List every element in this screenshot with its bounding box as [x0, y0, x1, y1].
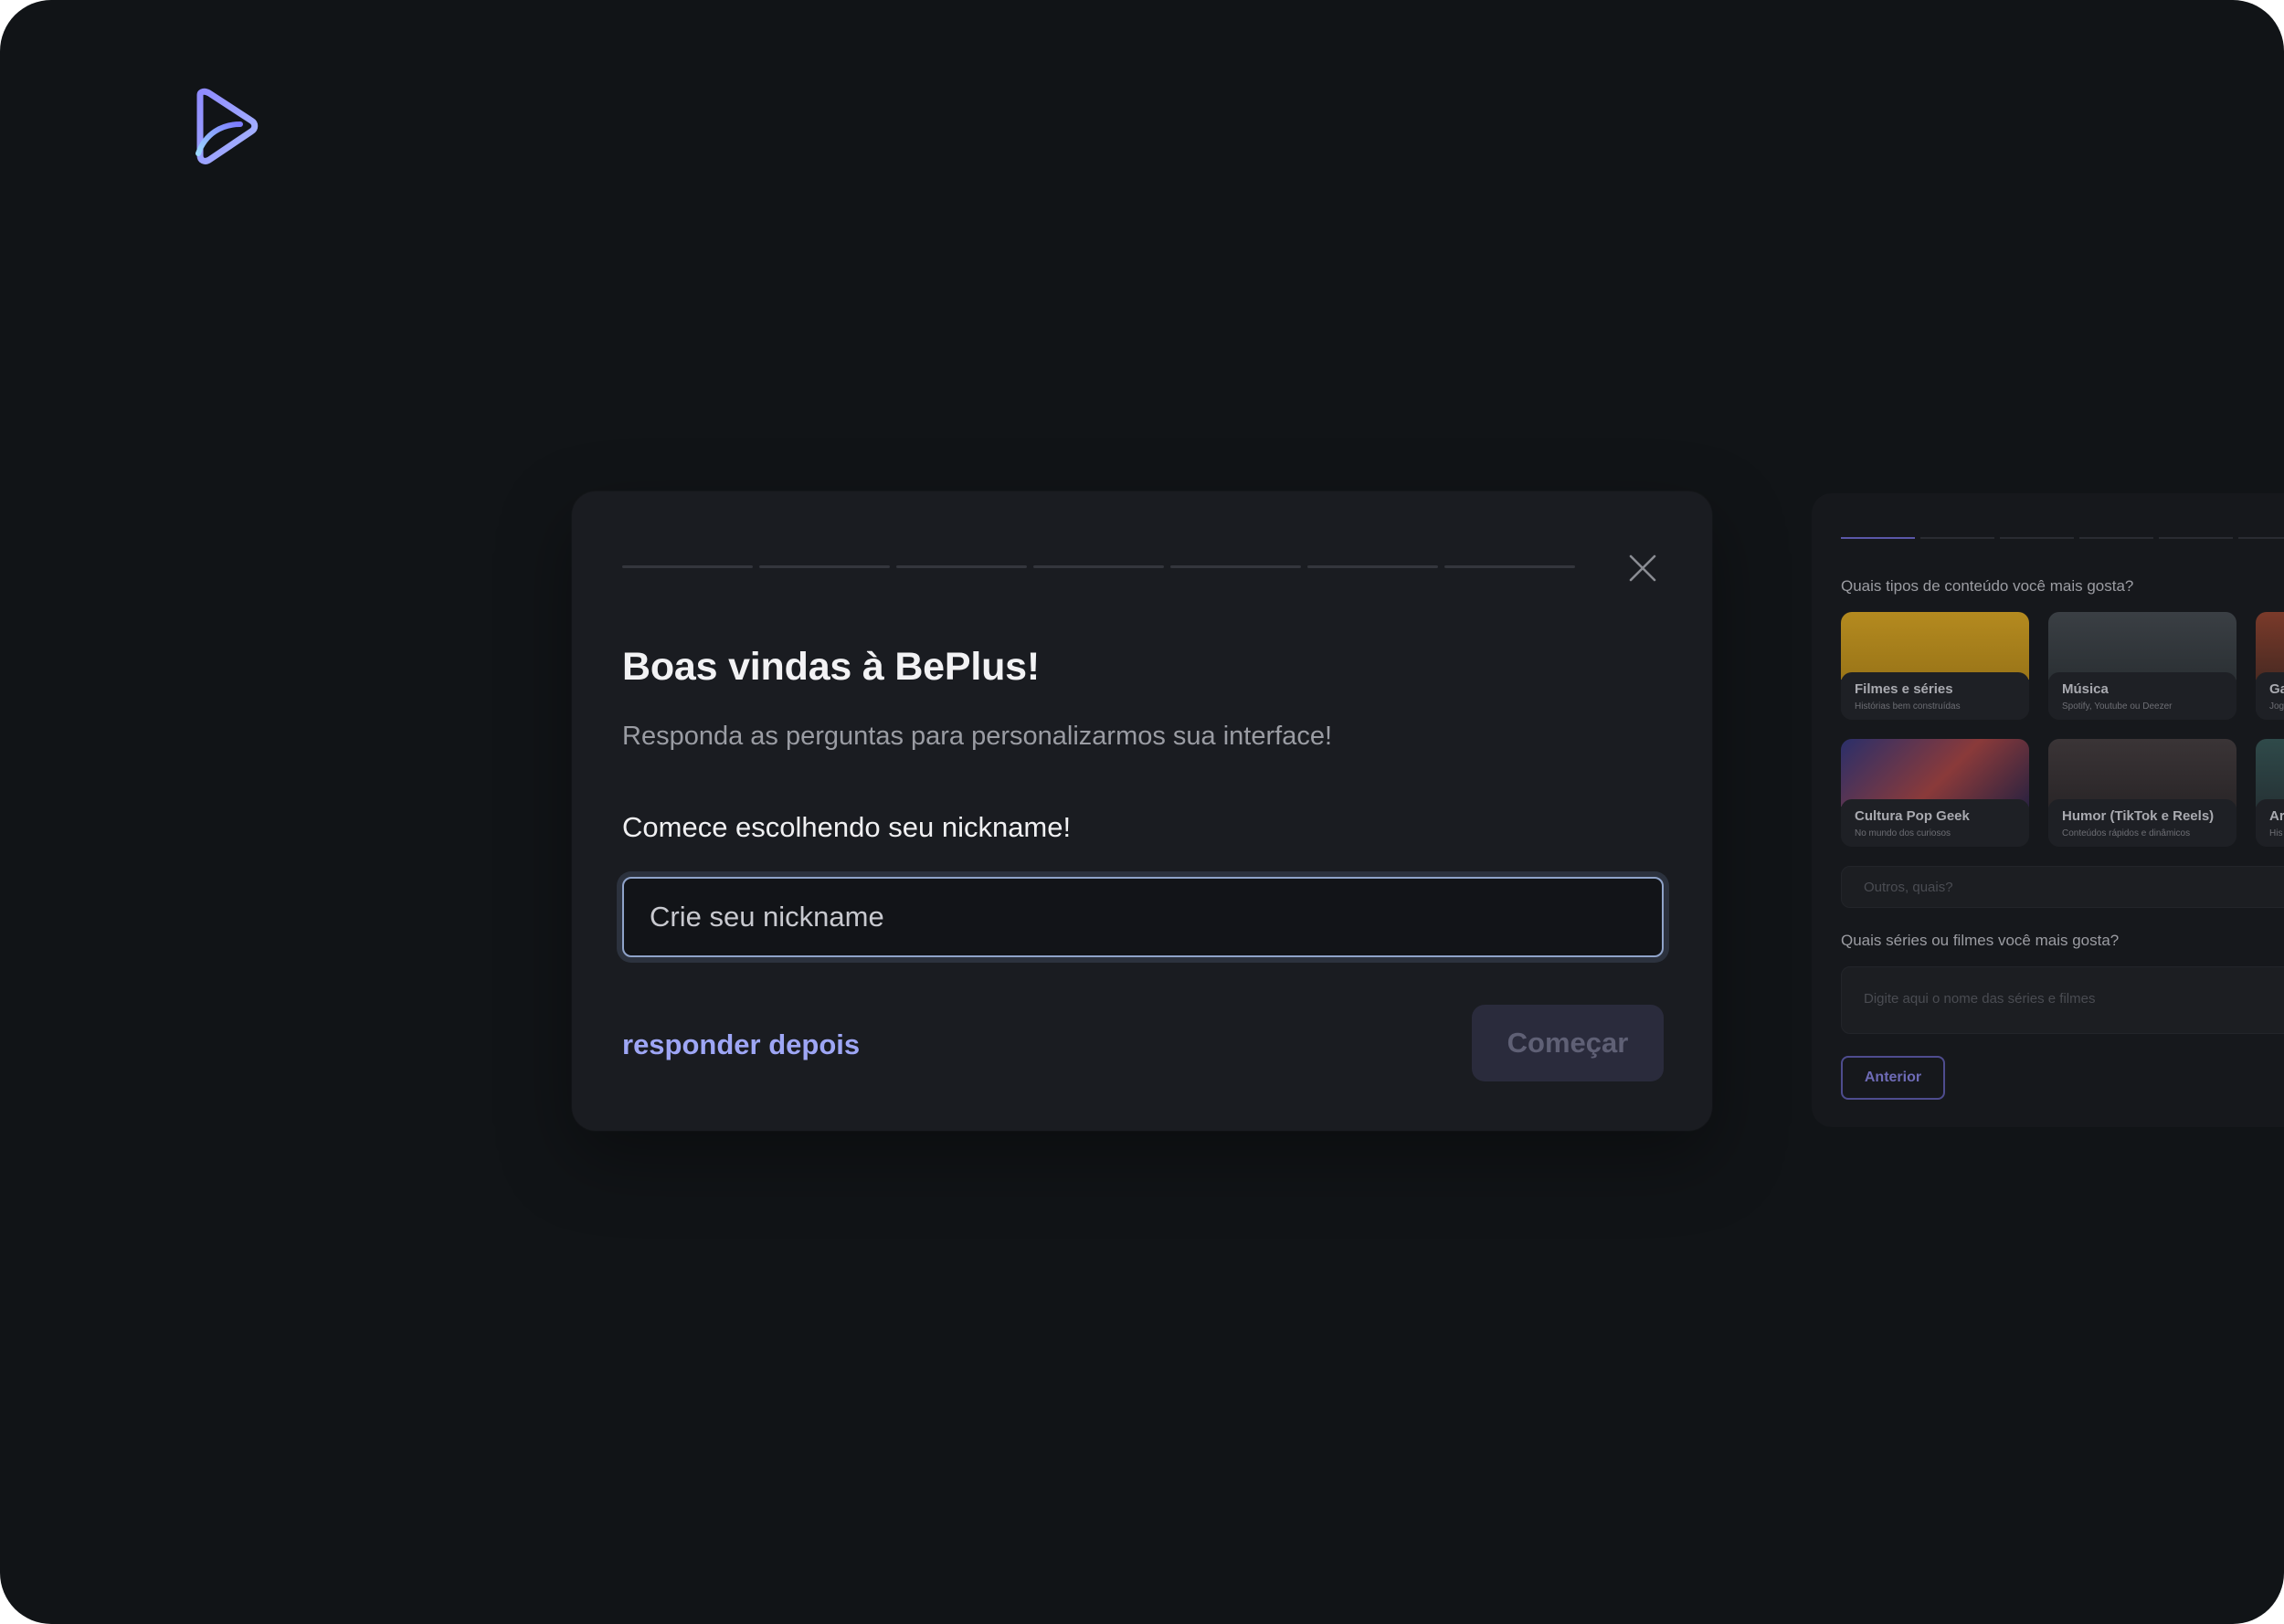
series-question: Quais séries ou filmes você mais gosta? [1841, 932, 2120, 949]
content-card-art[interactable]: Ar His [2256, 739, 2284, 847]
card-image [1841, 612, 2029, 680]
card-description: Spotify, Youtube ou Deezer [2062, 701, 2173, 712]
play-triangle-logo-icon [187, 88, 260, 164]
progress-step [2079, 537, 2153, 539]
page-subtitle: Responda as perguntas para personalizarm… [622, 722, 1333, 751]
content-card-games[interactable]: Ga Jog [2256, 612, 2284, 720]
nickname-prompt: Comece escolhendo seu nickname! [622, 811, 1072, 843]
close-button[interactable] [1626, 552, 1659, 585]
close-icon [1629, 554, 1656, 582]
progress-step [1920, 537, 1994, 539]
card-title: Música [2062, 681, 2109, 697]
content-card-films[interactable]: Filmes e séries Histórias bem construída… [1841, 612, 2029, 720]
card-description: Conteúdos rápidos e dinâmicos [2062, 828, 2191, 838]
card-image [2256, 612, 2284, 680]
progress-step [1033, 565, 1164, 568]
content-card-music[interactable]: Música Spotify, Youtube ou Deezer [2048, 612, 2236, 720]
progress-bar [622, 565, 1689, 569]
card-image [1841, 739, 2029, 807]
card-description: His [2269, 828, 2283, 838]
progress-step [1170, 565, 1301, 568]
progress-step [759, 565, 890, 568]
answer-later-link[interactable]: responder depois [622, 1028, 860, 1061]
card-title: Cultura Pop Geek [1855, 808, 1970, 824]
next-step-modal: Quais tipos de conteúdo você mais gosta?… [1812, 493, 2284, 1127]
card-title: Filmes e séries [1855, 681, 1953, 697]
progress-step [1444, 565, 1575, 568]
card-title: Humor (TikTok e Reels) [2062, 808, 2215, 824]
previous-button[interactable]: Anterior [1841, 1056, 1945, 1100]
progress-step [896, 565, 1027, 568]
card-title: Ga [2269, 681, 2284, 697]
card-image [2048, 612, 2236, 680]
progress-step-active [1841, 537, 1915, 539]
card-image [2256, 739, 2284, 807]
nickname-input[interactable] [622, 877, 1664, 957]
card-description: No mundo dos curiosos [1855, 828, 1951, 838]
content-card-humor[interactable]: Humor (TikTok e Reels) Conteúdos rápidos… [2048, 739, 2236, 847]
content-card-geek[interactable]: Cultura Pop Geek No mundo dos curiosos [1841, 739, 2029, 847]
other-content-input[interactable] [1841, 866, 2284, 908]
progress-step [2000, 537, 2074, 539]
next-step-progress-bar [1841, 537, 2284, 540]
start-button[interactable]: Começar [1472, 1005, 1664, 1081]
content-types-question: Quais tipos de conteúdo você mais gosta? [1841, 577, 2134, 595]
card-image [2048, 739, 2236, 807]
progress-step [2238, 537, 2284, 539]
progress-step [1307, 565, 1438, 568]
onboarding-screen: Boas vindas à BePlus! Responda as pergun… [0, 0, 2284, 1624]
card-description: Jog [2269, 701, 2284, 712]
card-title: Ar [2269, 808, 2284, 824]
progress-step [2159, 537, 2233, 539]
progress-step [622, 565, 753, 568]
onboarding-modal: Boas vindas à BePlus! Responda as pergun… [572, 491, 1712, 1131]
card-description: Histórias bem construídas [1855, 701, 1961, 712]
page-title: Boas vindas à BePlus! [622, 645, 1041, 689]
series-textarea[interactable] [1841, 966, 2284, 1034]
